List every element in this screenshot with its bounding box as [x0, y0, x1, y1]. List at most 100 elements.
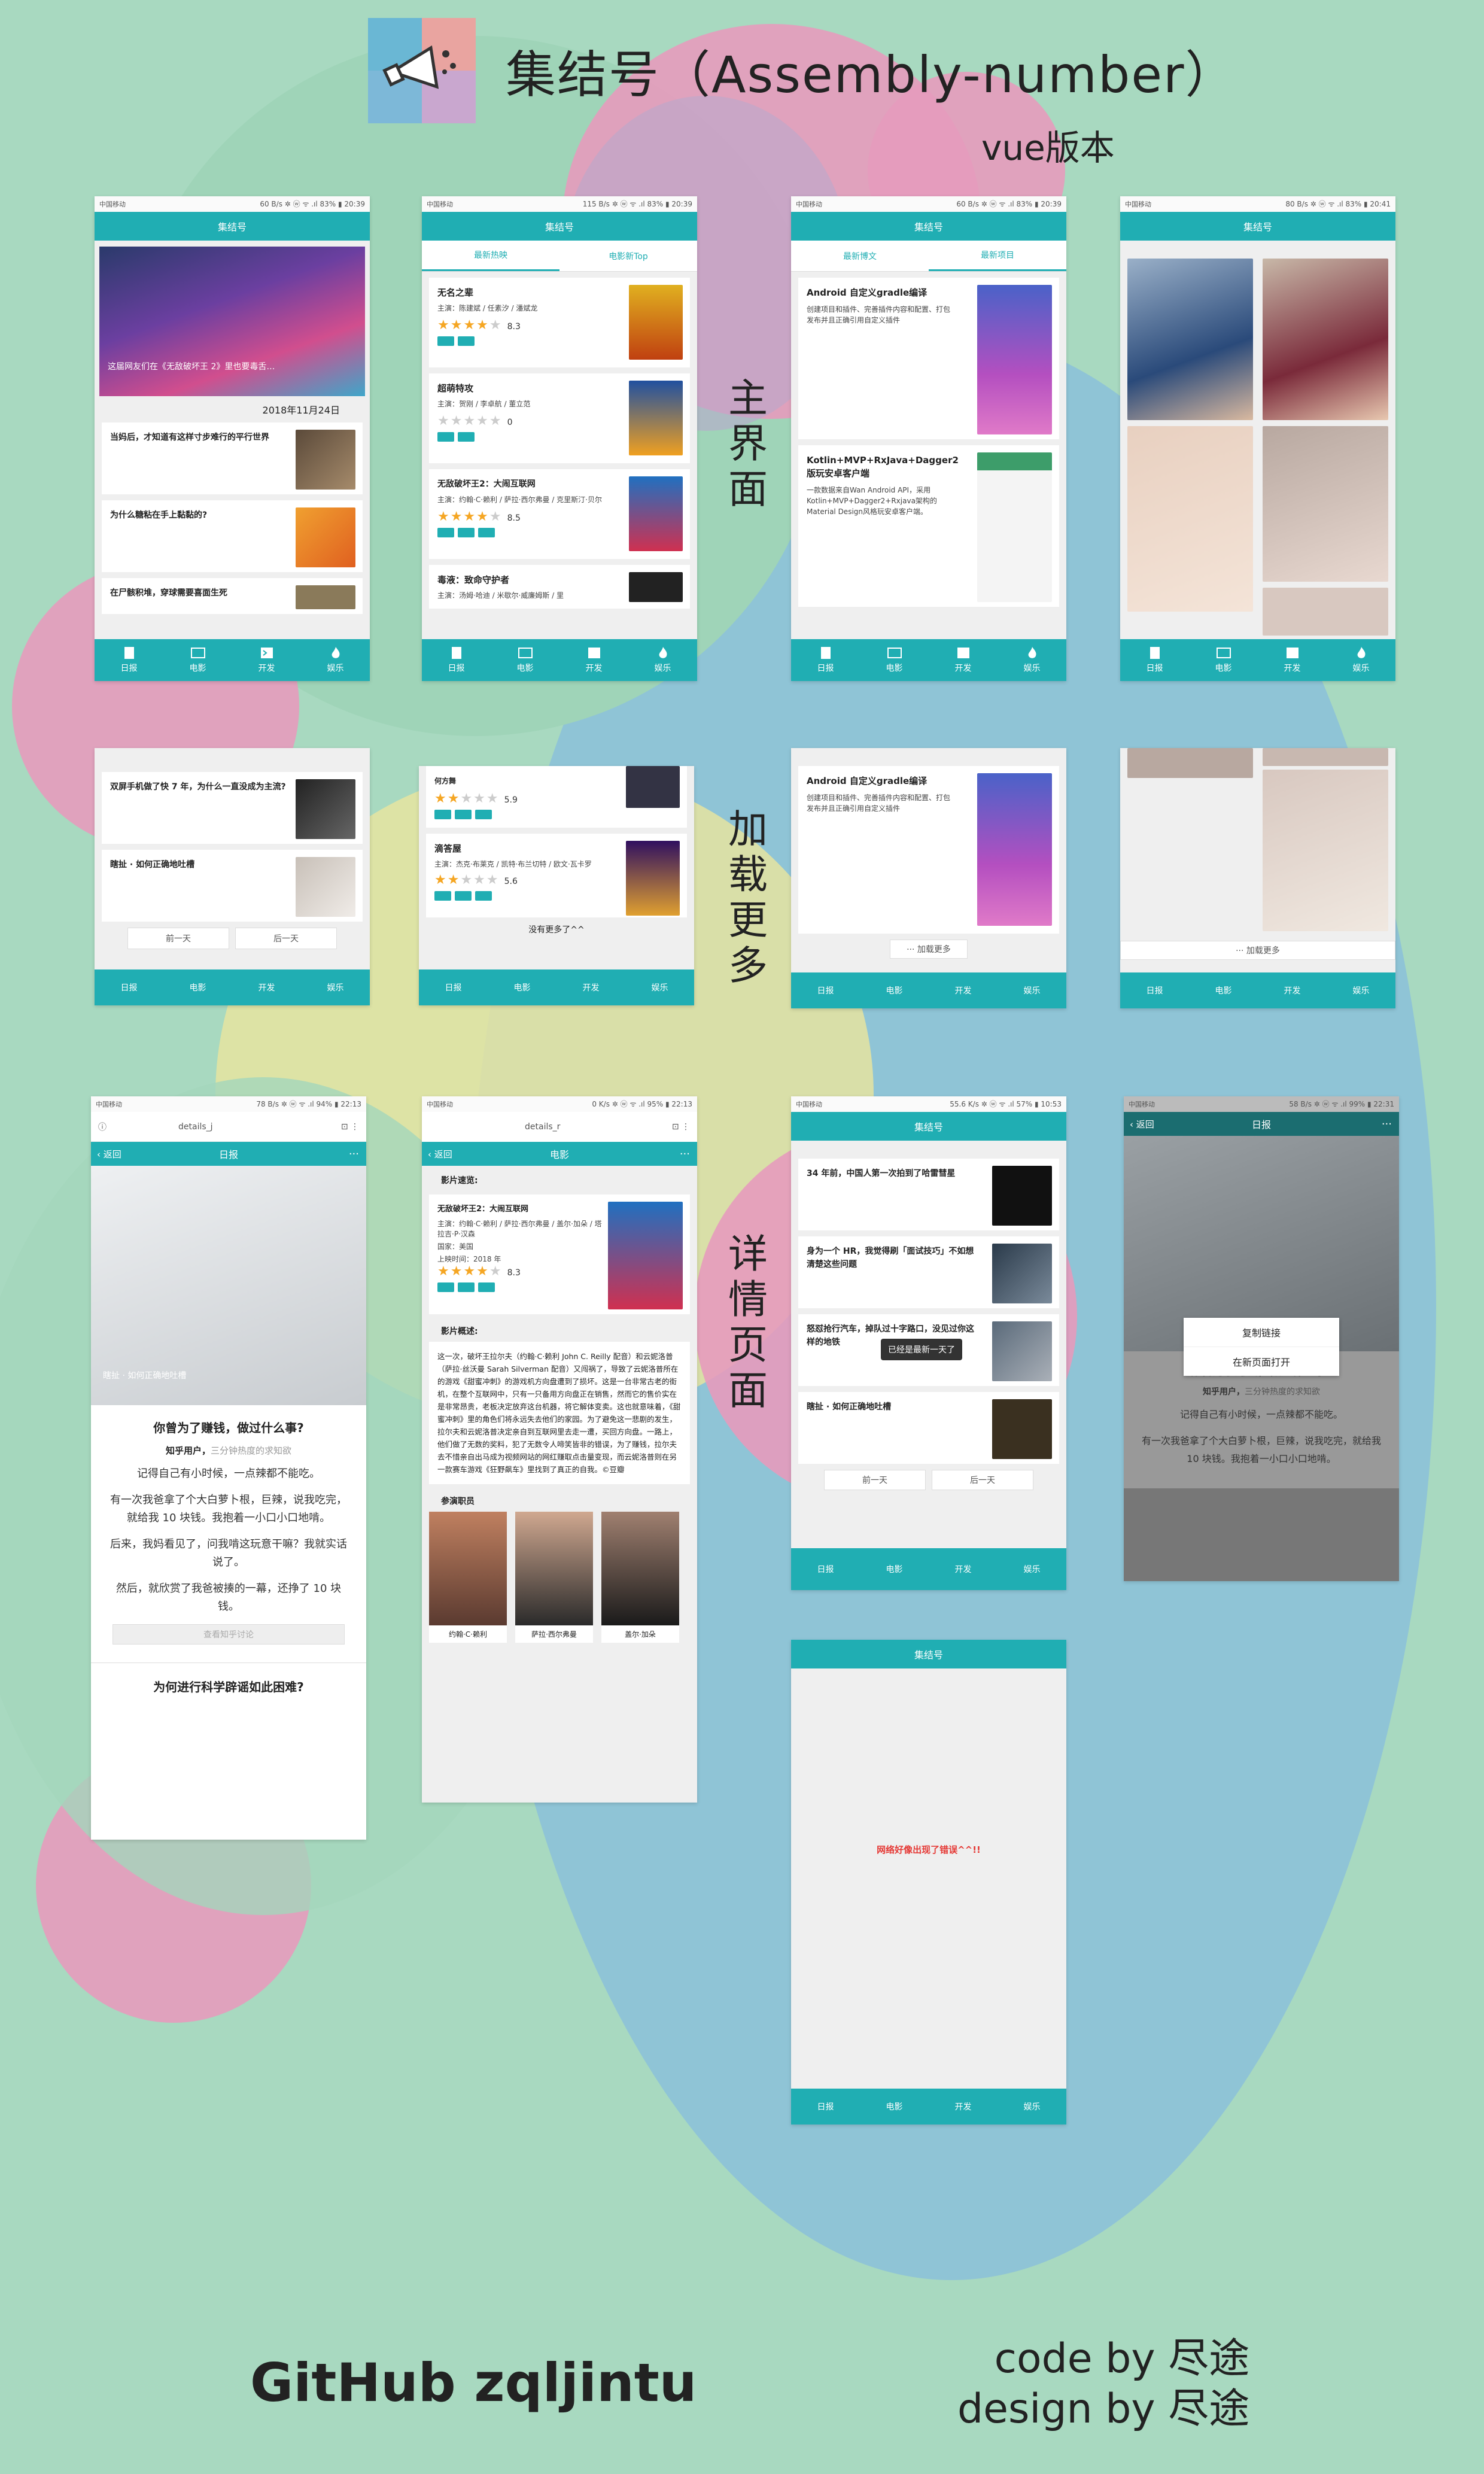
movie-item[interactable]: 毒液：致命守护者 主演：汤姆·哈迪 / 米歇尔·威廉姆斯 / 里 — [429, 565, 690, 609]
photo-card[interactable] — [1263, 426, 1388, 582]
copy-link-item[interactable]: 复制链接 — [1184, 1318, 1339, 1347]
summary-label: 影片概述: — [441, 1327, 478, 1336]
tab-movie[interactable]: 电影 — [1189, 972, 1258, 1008]
tab-movie[interactable]: 电影 — [491, 639, 559, 681]
tab-dev[interactable]: 开发 — [929, 1548, 998, 1590]
list-item[interactable]: 当妈后，才知道有这样寸步难行的平行世界 — [102, 423, 363, 494]
tab-movie[interactable]: 电影 — [860, 639, 929, 681]
tab-dev[interactable]: 开发 — [1258, 972, 1327, 1008]
next-question[interactable]: 为何进行科学辟谣如此困难? — [91, 1662, 366, 1695]
tab-dev[interactable]: 开发 — [232, 969, 301, 1005]
tab-movie[interactable]: 电影 — [163, 639, 232, 681]
project-item[interactable]: Kotlin+MVP+RxJava+Dagger2版玩安卓客户端 一款数据来自W… — [798, 445, 1059, 607]
header: 集结号（Assembly-number） — [368, 18, 1237, 123]
tab-daily[interactable]: 日报 — [95, 969, 163, 1005]
tab-fun[interactable]: 娱乐 — [1327, 639, 1395, 681]
tab-fun[interactable]: 娱乐 — [998, 639, 1066, 681]
prev-day-button[interactable]: 前一天 — [127, 928, 229, 949]
tab-fun[interactable]: 娱乐 — [998, 1548, 1066, 1590]
back-button[interactable]: ‹ 返回 — [97, 1148, 121, 1160]
tab-movie[interactable]: 电影 — [163, 969, 232, 1005]
list-item[interactable]: 双屏手机做了快 7 年，为什么一直没成为主流? — [102, 772, 363, 844]
more-button[interactable]: ··· — [680, 1148, 690, 1160]
app-bar: 集结号 — [95, 212, 370, 241]
tab-daily[interactable]: 日报 — [1120, 972, 1189, 1008]
more-button[interactable]: ··· — [1382, 1118, 1392, 1130]
prev-day-button[interactable]: 前一天 — [824, 1470, 926, 1490]
photo-card[interactable] — [1127, 259, 1253, 420]
page-title: 集结号（Assembly-number） — [506, 45, 1237, 104]
tab-movie[interactable]: 电影 — [1189, 639, 1258, 681]
tab-daily[interactable]: 日报 — [791, 972, 860, 1008]
back-button[interactable]: ‹ 返回 — [428, 1148, 452, 1160]
browser-url-bar[interactable]: details_r ⊡ ⋮ — [422, 1112, 697, 1142]
list-item[interactable]: 在尸骸积堆，穿球需要喜面生死 — [102, 578, 363, 614]
next-day-button[interactable]: 后一天 — [932, 1470, 1033, 1490]
open-new-page-item[interactable]: 在新页面打开 — [1184, 1347, 1339, 1376]
tab-fun[interactable]: 娱乐 — [301, 639, 370, 681]
tab-daily[interactable]: 日报 — [791, 639, 860, 681]
view-zhihu-button[interactable]: 查看知乎讨论 — [112, 1624, 345, 1645]
list-item[interactable]: 瞎扯 · 如何正确地吐槽 — [102, 850, 363, 922]
project-item[interactable]: Android 自定义gradle编译 创建项目和插件、完善插件内容和配置、打包… — [798, 278, 1059, 439]
tab-dev[interactable]: 开发 — [1258, 639, 1327, 681]
tab-dev[interactable]: 开发 — [232, 639, 301, 681]
tab-fun[interactable]: 娱乐 — [625, 969, 694, 1005]
tab-top[interactable]: 电影新Top — [559, 241, 697, 271]
movie-item[interactable]: 何方舞 ★★★★★ 5.9 — [426, 766, 687, 828]
photo-card[interactable] — [1127, 426, 1253, 612]
tab-projects[interactable]: 最新项目 — [929, 241, 1066, 271]
tab-fun[interactable]: 娱乐 — [301, 969, 370, 1005]
photo-card[interactable] — [1127, 748, 1253, 778]
cast-label: 参演职员 — [441, 1497, 475, 1506]
tab-dev[interactable]: 开发 — [929, 639, 998, 681]
tab-dev[interactable]: 开发 — [556, 969, 625, 1005]
movie-item[interactable]: 无敌破坏王2：大闹互联网 主演：约翰·C·赖利 / 萨拉·西尔弗曼 / 克里斯汀… — [429, 469, 690, 559]
tab-daily[interactable]: 日报 — [791, 1548, 860, 1590]
load-more-button[interactable]: ··· 加载更多 — [890, 940, 968, 959]
tab-movie[interactable]: 电影 — [860, 1548, 929, 1590]
photo-card[interactable] — [1263, 588, 1388, 636]
tab-movie[interactable]: 电影 — [860, 2089, 929, 2125]
tab-daily[interactable]: 日报 — [422, 639, 491, 681]
movie-item[interactable]: 无名之辈 主演：陈建斌 / 任素汐 / 潘斌龙 ★★★★★ 8.3 — [429, 278, 690, 367]
app-bar: 集结号 — [791, 1640, 1066, 1668]
tab-fun[interactable]: 娱乐 — [628, 639, 697, 681]
tab-dev[interactable]: 开发 — [929, 972, 998, 1008]
tab-now-playing[interactable]: 最新热映 — [422, 241, 559, 271]
banner-image[interactable]: 这届网友们在《无敌破坏王 2》里也要毒舌… — [99, 247, 365, 396]
tab-daily[interactable]: 日报 — [1120, 639, 1189, 681]
photo-card[interactable] — [1263, 259, 1388, 420]
tab-movie[interactable]: 电影 — [488, 969, 556, 1005]
tab-daily[interactable]: 日报 — [791, 2089, 860, 2125]
list-item[interactable]: 瞎扯 · 如何正确地吐槽 — [798, 1392, 1059, 1464]
project-item[interactable]: Android 自定义gradle编译 创建项目和插件、完善插件内容和配置、打包… — [798, 766, 1059, 934]
photo-card[interactable] — [1263, 748, 1388, 766]
tab-dev[interactable]: 开发 — [929, 2089, 998, 2125]
back-button[interactable]: ‹ 返回 — [1130, 1118, 1154, 1130]
tab-fun[interactable]: 娱乐 — [1327, 972, 1395, 1008]
load-more-button[interactable]: ··· 加载更多 — [1120, 941, 1395, 960]
actor-card[interactable]: 萨拉·西尔弗曼 — [515, 1512, 593, 1643]
tab-dev[interactable]: 开发 — [559, 639, 628, 681]
more-button[interactable]: ··· — [349, 1148, 359, 1160]
actor-card[interactable]: 盖尔·加朵 — [601, 1512, 679, 1643]
tab-blog[interactable]: 最新博文 — [791, 241, 929, 271]
movie-item[interactable]: 超萌特攻 主演：贺刚 / 李卓航 / 董立范 ★★★★★ 0 — [429, 373, 690, 463]
list-item[interactable]: 为什么糖粘在手上黏黏的? — [102, 500, 363, 572]
photo-card[interactable] — [1263, 770, 1388, 931]
tab-daily[interactable]: 日报 — [419, 969, 488, 1005]
context-menu: 复制链接 在新页面打开 — [1184, 1318, 1339, 1376]
actor-card[interactable]: 约翰·C·赖利 — [429, 1512, 507, 1643]
tab-fun[interactable]: 娱乐 — [998, 972, 1066, 1008]
tab-daily[interactable]: 日报 — [95, 639, 163, 681]
browser-url-bar[interactable]: ⓘ details_j ⊡ ⋮ — [91, 1112, 366, 1142]
list-item[interactable]: 身为一个 HR，我觉得刷「面试技巧」不如想清楚这些问题 — [798, 1236, 1059, 1308]
document-icon — [1150, 647, 1160, 659]
tab-fun[interactable]: 娱乐 — [998, 2089, 1066, 2125]
next-day-button[interactable]: 后一天 — [235, 928, 337, 949]
credits: code by 尽途 design by 尽途 — [957, 2334, 1249, 2435]
list-item[interactable]: 34 年前，中国人第一次拍到了哈雷彗星 — [798, 1159, 1059, 1230]
movie-item[interactable]: 滴答屋 主演：杰克·布莱克 / 凯特·布兰切特 / 欧文·瓦卡罗 ★★★★★ 5.… — [426, 834, 687, 917]
tab-movie[interactable]: 电影 — [860, 972, 929, 1008]
